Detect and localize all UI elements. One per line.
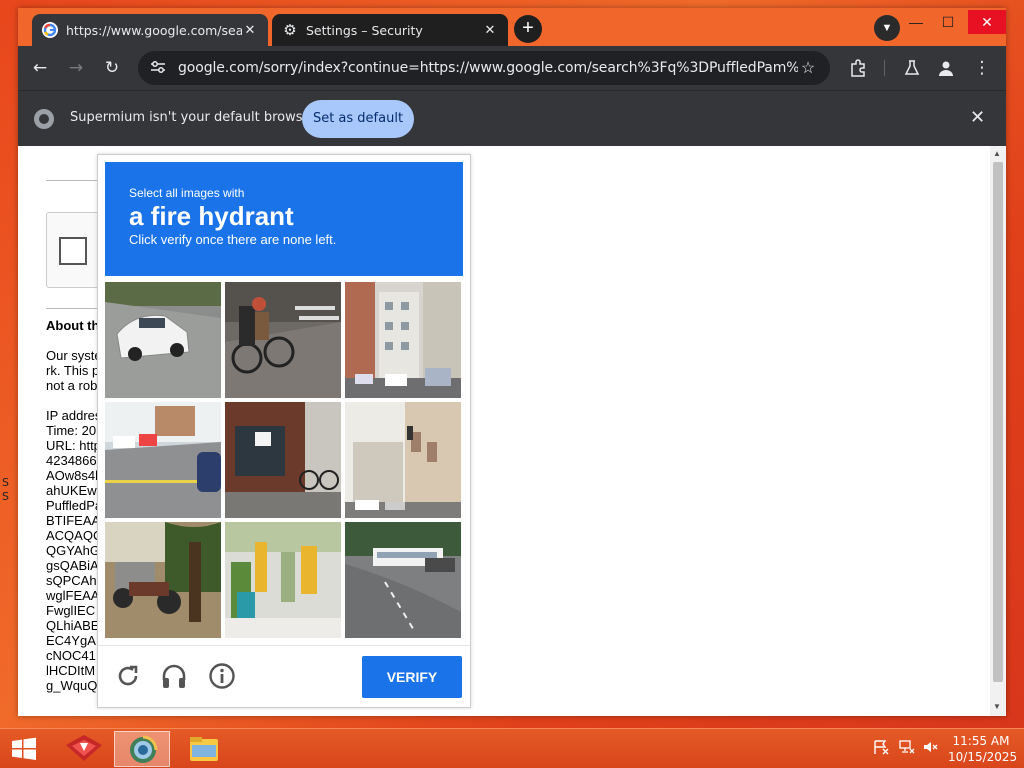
clock-date: 10/15/2025	[948, 750, 1018, 764]
tab-google-search[interactable]: https://www.google.com/search ✕	[32, 14, 268, 46]
captcha-tile-4[interactable]	[105, 402, 221, 518]
title-bar: https://www.google.com/search ✕ ⚙ Settin…	[18, 8, 1006, 46]
close-window-button[interactable]: ✕	[968, 10, 1006, 34]
request-details-line: sQPCAh	[46, 573, 97, 588]
about-paragraph-line: rk. This p	[46, 363, 100, 378]
recaptcha-checkbox[interactable]	[59, 237, 87, 265]
request-details-line: EC4YgA	[46, 633, 96, 648]
volume-muted-icon[interactable]	[922, 739, 940, 758]
about-paragraph-line: not a rob	[46, 378, 98, 393]
toolbar-divider	[884, 60, 885, 76]
extensions-icon[interactable]	[844, 54, 872, 82]
menu-kebab-icon[interactable]: ⋮	[968, 54, 996, 82]
google-favicon-icon	[42, 22, 58, 38]
verify-button[interactable]: VERIFY	[362, 656, 462, 698]
browser-toolbar: ← → ↻ google.com/sorry/index?continue=ht…	[18, 46, 1006, 90]
captcha-tile-8[interactable]	[225, 522, 341, 638]
request-details-line: gsQABiA	[46, 558, 99, 573]
taskbar-app-icon[interactable]	[56, 731, 112, 767]
request-details-line: lHCDItM	[46, 663, 96, 678]
request-details-line: QGYAhG	[46, 543, 100, 558]
request-details-line: QLhiABE	[46, 618, 100, 633]
about-paragraph: Our syste rk. This p not a rob	[46, 348, 102, 393]
start-button[interactable]	[0, 731, 56, 767]
captcha-tile-6[interactable]	[345, 402, 461, 518]
infobar-message: Supermium isn't your default browser	[70, 110, 316, 125]
request-details-line: FwglIEC	[46, 603, 96, 618]
request-details-line: g_WquQ	[46, 678, 98, 693]
captcha-header: Select all images with a fire hydrant Cl…	[105, 162, 463, 276]
request-details-line: PuffledPa	[46, 498, 103, 513]
set-as-default-button[interactable]: Set as default	[302, 100, 414, 138]
reload-icon[interactable]: ↻	[98, 54, 126, 82]
tab-close-icon[interactable]: ✕	[242, 23, 258, 38]
captcha-image-grid	[105, 282, 463, 640]
network-icon[interactable]	[898, 739, 916, 758]
about-heading: About th	[46, 318, 100, 333]
request-details-line: ACQAQC	[46, 528, 103, 543]
taskbar-clock[interactable]: 11:55 AM 10/15/2025	[948, 733, 1018, 765]
captcha-tile-3[interactable]	[345, 282, 461, 398]
page-viewport: About th Our syste rk. This p not a rob IP…	[18, 146, 1006, 716]
bookmark-star-icon[interactable]: ☆	[798, 58, 818, 78]
address-bar[interactable]: google.com/sorry/index?continue=https://…	[138, 51, 830, 85]
maximize-button[interactable]: ☐	[932, 10, 964, 34]
request-details-line: 4234866	[46, 453, 97, 468]
labs-flask-icon[interactable]	[898, 54, 926, 82]
tab-title: https://www.google.com/search	[66, 22, 242, 38]
image-captcha-dialog: Select all images with a fire hydrant Cl…	[97, 154, 471, 708]
request-details-line: wglFEAA	[46, 588, 100, 603]
captcha-tile-7[interactable]	[105, 522, 221, 638]
captcha-instruction-sub: Click verify once there are none left.	[129, 232, 337, 247]
browser-window: https://www.google.com/search ✕ ⚙ Settin…	[18, 8, 1006, 716]
scroll-down-arrow-icon[interactable]: ▼	[993, 702, 1001, 711]
reload-icon[interactable]	[114, 662, 142, 690]
request-details: IP addres Time: 20 URL: http 4234866 AOw8s4l…	[46, 408, 102, 693]
request-details-line: IP addres	[46, 408, 102, 423]
taskbar-browser-icon[interactable]	[114, 731, 170, 767]
captcha-tile-2[interactable]	[225, 282, 341, 398]
request-details-line: AOw8s4l	[46, 468, 99, 483]
desktop-edge-text: S	[2, 476, 9, 489]
taskbar: 11:55 AM 10/15/2025	[0, 728, 1024, 768]
new-tab-button[interactable]: +	[514, 15, 542, 43]
request-details-line: Time: 20	[46, 423, 97, 438]
desktop-edge-text: S	[2, 490, 9, 503]
about-paragraph-line: Our syste	[46, 348, 102, 363]
headphones-icon[interactable]	[160, 662, 188, 690]
chromium-logo-icon	[34, 109, 54, 129]
captcha-target: a fire hydrant	[129, 201, 294, 231]
file-explorer-icon[interactable]	[176, 731, 232, 767]
scrollbar-thumb[interactable]	[993, 162, 1003, 682]
forward-arrow-icon[interactable]: →	[62, 54, 90, 82]
request-details-line: BTIFEAA	[46, 513, 101, 528]
request-details-line: URL: http	[46, 438, 101, 453]
captcha-instruction: Select all images with	[129, 186, 245, 200]
captcha-tile-1[interactable]	[105, 282, 221, 398]
request-details-line: cNOC41	[46, 648, 96, 663]
tab-close-icon[interactable]: ✕	[482, 23, 498, 38]
minimize-button[interactable]: —	[900, 10, 932, 34]
request-details-line: ahUKEw	[46, 483, 97, 498]
back-arrow-icon[interactable]: ←	[26, 54, 54, 82]
tab-settings-security[interactable]: ⚙ Settings – Security ✕	[272, 14, 508, 46]
site-info-icon[interactable]	[150, 60, 168, 77]
default-browser-infobar: Supermium isn't your default browser Set…	[18, 90, 1006, 146]
clock-time: 11:55 AM	[952, 734, 1010, 748]
action-center-flag-icon[interactable]	[872, 739, 890, 758]
vertical-scrollbar[interactable]: ▲ ▼	[990, 146, 1006, 716]
tab-title: Settings – Security	[306, 22, 423, 38]
infobar-close-icon[interactable]: ✕	[970, 107, 985, 128]
profile-icon[interactable]	[932, 54, 960, 82]
captcha-tile-5[interactable]	[225, 402, 341, 518]
gear-icon: ⚙	[283, 21, 297, 39]
scroll-up-arrow-icon[interactable]: ▲	[993, 149, 1001, 158]
captcha-tile-9[interactable]	[345, 522, 461, 638]
tab-search-chevron-icon[interactable]: ▼	[874, 15, 900, 41]
captcha-footer: VERIFY	[98, 645, 470, 707]
info-icon[interactable]	[208, 662, 236, 690]
url-text: google.com/sorry/index?continue=https://…	[178, 60, 798, 76]
